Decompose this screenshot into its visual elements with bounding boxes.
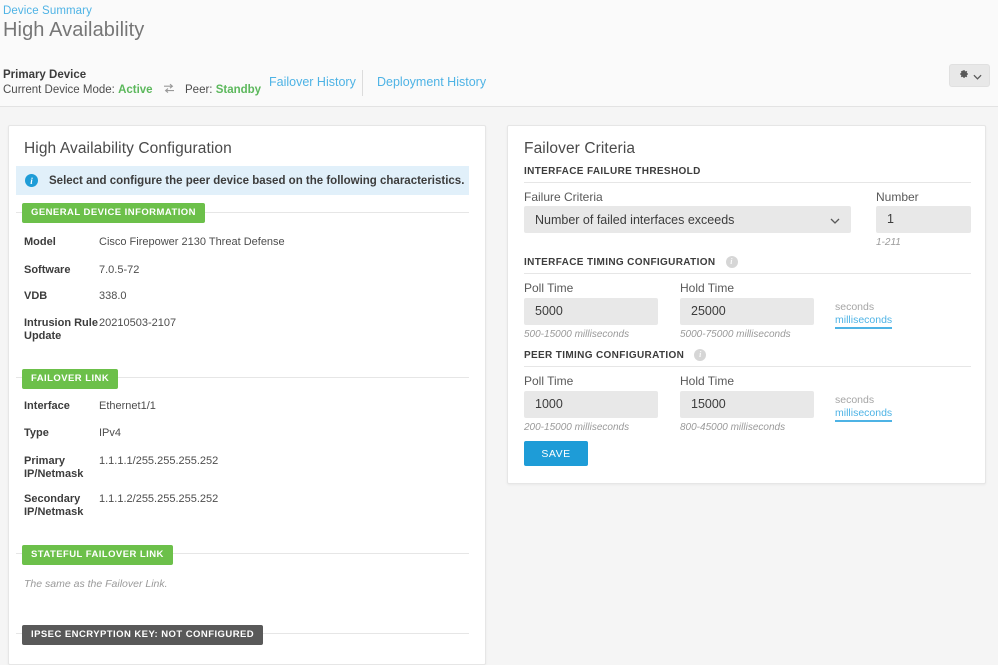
row-value-type: IPv4: [99, 427, 122, 439]
tab-divider: [362, 70, 363, 96]
row-key-secondary-ip-netmask: Secondary IP/Netmask: [24, 493, 84, 518]
number-hint: 1-211: [876, 237, 901, 248]
peer-value: Standby: [215, 84, 262, 96]
interface-unit-seconds[interactable]: seconds: [835, 301, 874, 313]
info-circle-icon[interactable]: i: [694, 349, 707, 361]
row-value-vdb: 338.0: [99, 290, 127, 302]
info-circle-icon: i: [25, 174, 38, 187]
current-mode-label: Current Device Mode:: [3, 84, 115, 96]
peer-timing-heading: PEER TIMING CONFIGURATION i: [524, 349, 707, 361]
interface-unit-milliseconds[interactable]: milliseconds: [835, 314, 893, 329]
interface-poll-time-hint: 500-15000 milliseconds: [524, 329, 630, 340]
interface-poll-time-input[interactable]: [524, 298, 658, 325]
badge-general-device-information: GENERAL DEVICE INFORMATION: [22, 203, 205, 223]
interface-timing-heading: INTERFACE TIMING CONFIGURATION i: [524, 256, 738, 268]
gear-icon: [958, 67, 970, 85]
peer-hold-time-input[interactable]: [680, 391, 814, 418]
peer-hold-time-label: Hold Time: [680, 374, 735, 388]
peer-unit-seconds[interactable]: seconds: [835, 394, 874, 406]
chevron-down-icon: [972, 67, 982, 85]
row-key-type: Type: [24, 427, 49, 439]
row-value-secondary-ip-netmask: 1.1.1.2/255.255.255.252: [99, 493, 219, 505]
peer-poll-time-input[interactable]: [524, 391, 658, 418]
row-value-model: Cisco Firepower 2130 Threat Defense: [99, 236, 285, 248]
interface-poll-time-label: Poll Time: [524, 281, 574, 295]
interface-hold-time-hint: 5000-75000 milliseconds: [680, 329, 791, 340]
right-panel-title: Failover Criteria: [524, 140, 636, 157]
failure-criteria-select[interactable]: Number of failed interfaces exceeds: [524, 206, 851, 233]
row-value-intrusion-rule-update: 20210503-2107: [99, 317, 177, 329]
breadcrumb[interactable]: Device Summary: [3, 5, 92, 17]
row-key-software: Software: [24, 264, 71, 276]
failure-criteria-value: Number of failed interfaces exceeds: [535, 212, 735, 227]
swap-arrows-icon[interactable]: [163, 83, 175, 94]
peer-poll-time-hint: 200-15000 milliseconds: [524, 422, 630, 433]
primary-device-label: Primary Device: [3, 69, 87, 81]
current-mode-value: Active: [118, 84, 153, 96]
peer-unit-milliseconds[interactable]: milliseconds: [835, 407, 893, 422]
save-button[interactable]: SAVE: [524, 441, 588, 466]
badge-stateful-failover-link: STATEFUL FAILOVER LINK: [22, 545, 173, 565]
row-value-software: 7.0.5-72: [99, 264, 140, 276]
page-title: High Availability: [3, 19, 145, 41]
row-key-interface: Interface: [24, 400, 70, 412]
device-mode-row: Current Device Mode: Active Peer: Standb…: [3, 83, 261, 98]
peer-timing-heading-text: PEER TIMING CONFIGURATION: [524, 350, 685, 361]
info-circle-icon[interactable]: i: [725, 256, 738, 268]
interface-failure-threshold-heading: INTERFACE FAILURE THRESHOLD: [524, 166, 701, 177]
peer-hold-time-hint: 800-45000 milliseconds: [680, 422, 786, 433]
peer-poll-time-label: Poll Time: [524, 374, 574, 388]
number-input[interactable]: [876, 206, 971, 233]
tab-deployment-history[interactable]: Deployment History: [377, 75, 486, 89]
number-label: Number: [876, 190, 919, 204]
section-rule: [524, 182, 971, 183]
badge-ipsec-encryption-key: IPSEC ENCRYPTION KEY: NOT CONFIGURED: [22, 625, 264, 645]
interface-timing-heading-text: INTERFACE TIMING CONFIGURATION: [524, 257, 716, 268]
row-value-interface: Ethernet1/1: [99, 400, 156, 412]
info-banner-text: Select and configure the peer device bas…: [49, 174, 465, 187]
tab-failover-history[interactable]: Failover History: [269, 75, 356, 89]
interface-hold-time-input[interactable]: [680, 298, 814, 325]
interface-hold-time-label: Hold Time: [680, 281, 735, 295]
row-key-model: Model: [24, 236, 56, 248]
failure-criteria-label: Failure Criteria: [524, 190, 603, 204]
row-key-intrusion-rule-update: Intrusion Rule Update: [24, 317, 98, 342]
device-status-block: Primary Device Current Device Mode: Acti…: [3, 68, 261, 98]
peer-label: Peer:: [185, 84, 213, 96]
info-banner: i Select and configure the peer device b…: [16, 166, 469, 195]
left-panel-title: High Availability Configuration: [24, 140, 232, 157]
section-rule: [524, 273, 971, 274]
row-value-primary-ip-netmask: 1.1.1.1/255.255.255.252: [99, 455, 219, 467]
chevron-down-icon: [830, 213, 840, 227]
row-key-vdb: VDB: [24, 290, 48, 302]
badge-failover-link: FAILOVER LINK: [22, 369, 119, 389]
section-rule: [524, 366, 971, 367]
top-header: Device Summary High Availability: [0, 0, 998, 60]
stateful-failover-note: The same as the Failover Link.: [24, 578, 168, 590]
row-key-primary-ip-netmask: Primary IP/Netmask: [24, 455, 84, 480]
settings-menu-button[interactable]: [949, 64, 990, 87]
